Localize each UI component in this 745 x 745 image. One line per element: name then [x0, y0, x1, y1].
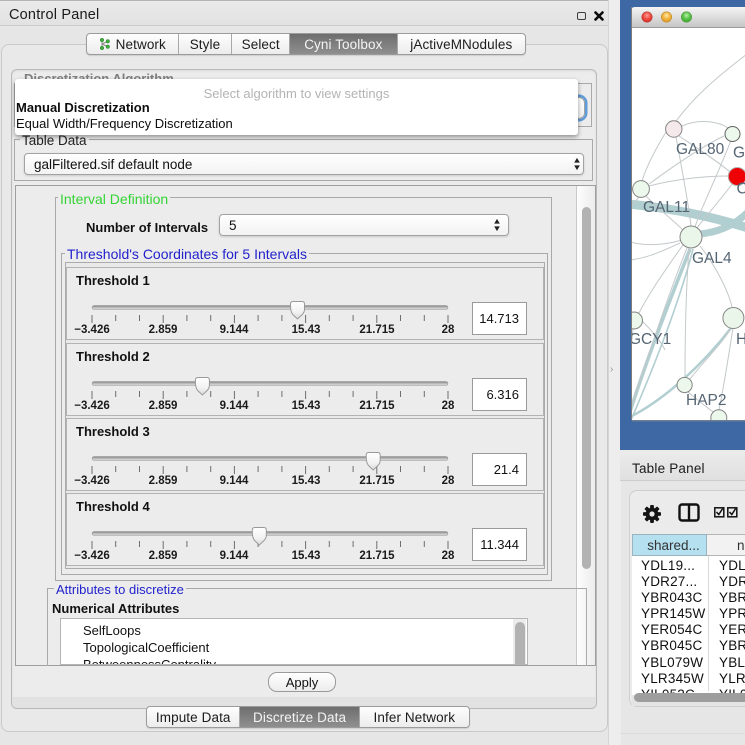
svg-text:C: C: [737, 181, 745, 198]
svg-text:H: H: [736, 331, 745, 348]
svg-text:HAP2: HAP2: [686, 392, 727, 409]
svg-text:GAL4: GAL4: [692, 250, 732, 267]
svg-text:GAL80: GAL80: [676, 141, 725, 158]
svg-text:GAL11: GAL11: [643, 199, 690, 216]
svg-text:GA: GA: [733, 145, 745, 162]
svg-text:GCY1: GCY1: [629, 331, 671, 348]
